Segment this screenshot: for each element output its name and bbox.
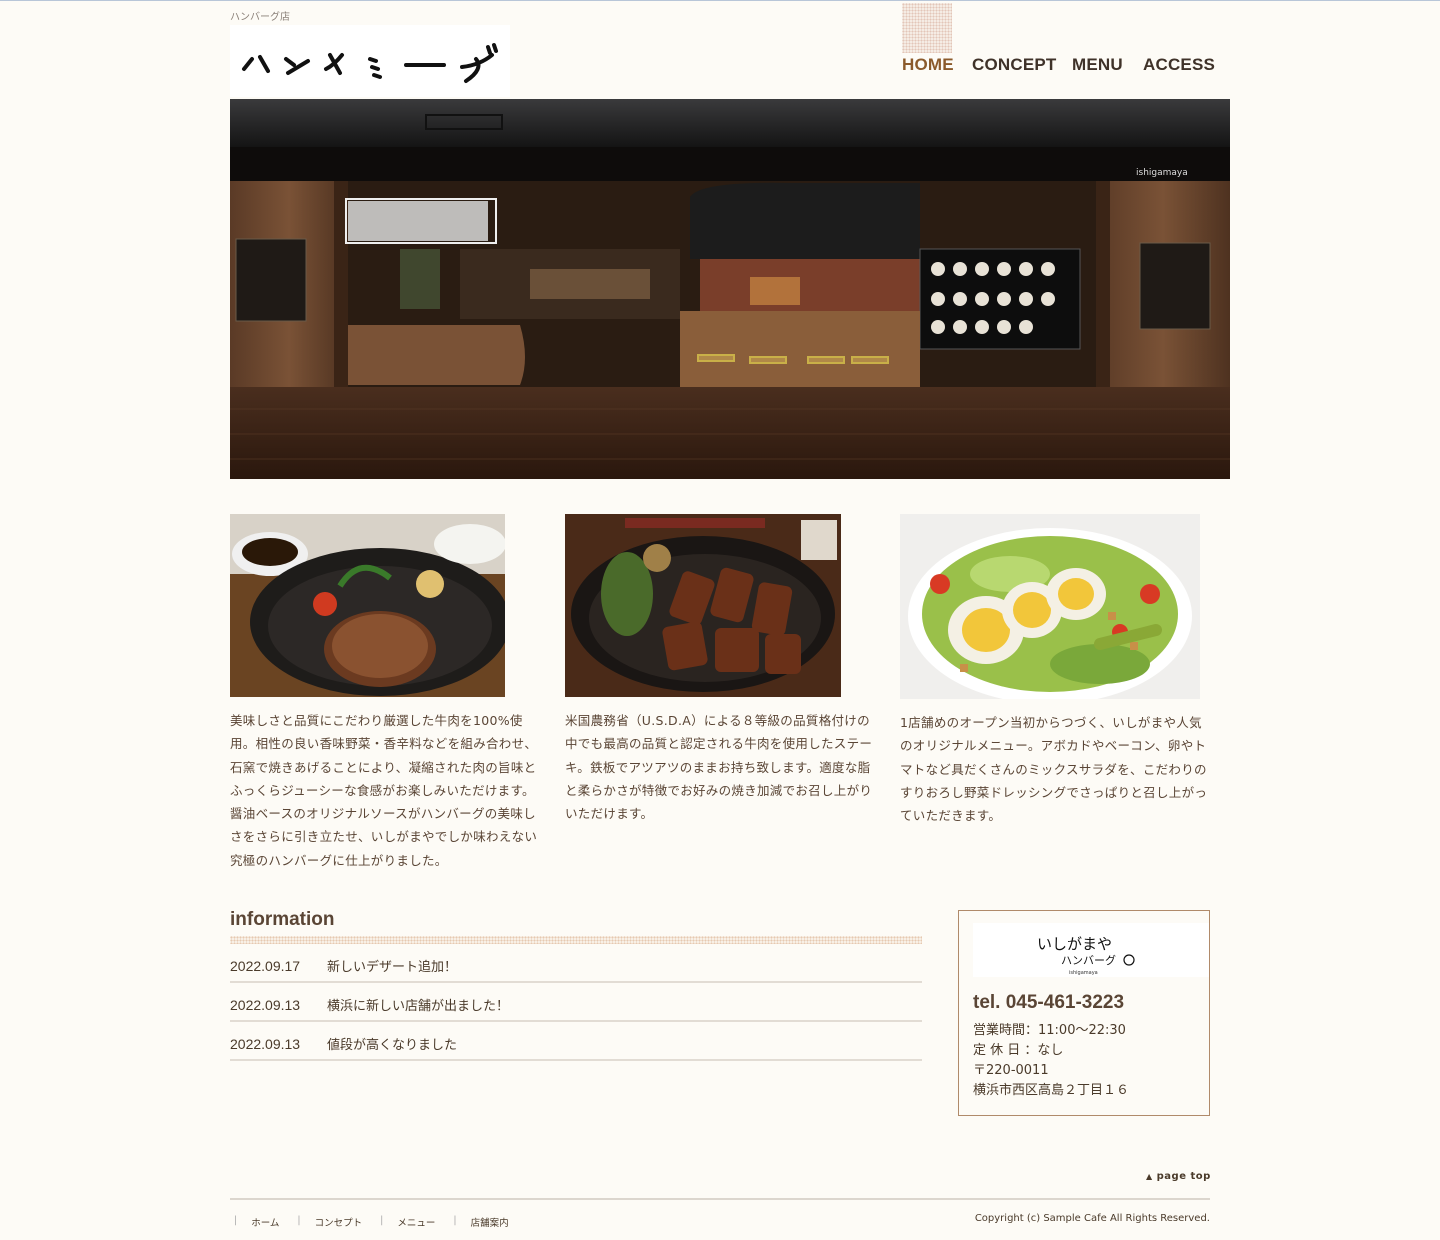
shop-hours: 営業時間：11:00〜22:30: [973, 1023, 1126, 1038]
footer-separator: |: [297, 1215, 301, 1226]
news-item[interactable]: 2022.09.17 新しいデザート追加！: [230, 944, 922, 983]
shop-logo-small: ishigamaya: [1069, 970, 1098, 976]
news-item[interactable]: 2022.09.13 横浜に新しい店舗が出ました！: [230, 983, 922, 1022]
information-title: information: [230, 909, 335, 930]
triangle-up-icon: ▲: [1146, 1172, 1153, 1181]
steak-description: 米国農務省（U.S.D.A）による８等級の品質格付けの中でも最高の品質と認定され…: [565, 713, 873, 822]
shop-address: 横浜市西区高島２丁目１６: [973, 1083, 1130, 1098]
hamburg-steak-photo: [230, 514, 505, 697]
news-date: 2022.09.13: [230, 1035, 301, 1052]
shop-holiday: 定 休 日 ：なし: [973, 1043, 1064, 1058]
salad-description: 1店舗めのオープン当初からつづく、いしがまや人気のオリジナルメニュー。アボカドや…: [900, 715, 1208, 824]
page-top-label: page top: [1156, 1171, 1211, 1182]
beef-steak-photo: [565, 514, 841, 697]
shop-logo-line1: いしがまや: [1037, 935, 1112, 953]
nav-access[interactable]: ACCESS: [1143, 55, 1215, 75]
news-date: 2022.09.17: [230, 957, 301, 974]
hamburg-description: 美味しさと品質にこだわり厳選した牛肉を100%使用。相性の良い香味野菜・香辛料な…: [230, 713, 538, 868]
footer-divider: [230, 1198, 1210, 1200]
menu-column-hamburg: 美味しさと品質にこだわり厳選した牛肉を100%使用。相性の良い香味野菜・香辛料な…: [230, 514, 540, 872]
shop-phone[interactable]: tel. 045-461-3223: [973, 992, 1124, 1014]
news-text[interactable]: 新しいデザート追加！: [327, 956, 457, 975]
shop-logo: いしがまや ハンバーグ ishigamaya: [973, 923, 1209, 977]
site-tagline: ハンバーグ店: [230, 12, 290, 23]
hero-sign-text: ishigamaya: [1136, 168, 1188, 178]
page-top-link[interactable]: ▲ page top: [1146, 1171, 1211, 1182]
nav-active-indicator: [902, 3, 952, 53]
site-logo[interactable]: [230, 25, 510, 97]
nav-home[interactable]: HOME: [902, 55, 954, 75]
footer-nav: | ホーム | コンセプト | メニュー | 店舗案内: [230, 1215, 523, 1229]
copyright: Copyright (c) Sample Cafe All Rights Res…: [974, 1213, 1210, 1224]
salad-photo: [900, 514, 1200, 699]
information-title-bar: [230, 936, 922, 944]
footer-separator: |: [234, 1215, 238, 1226]
menu-column-steak: 米国農務省（U.S.D.A）による８等級の品質格付けの中でも最高の品質と認定され…: [565, 514, 877, 825]
footer-link-home[interactable]: ホーム: [251, 1215, 279, 1229]
shop-postal: 〒220-0011: [973, 1063, 1049, 1078]
footer-link-shop[interactable]: 店舗案内: [471, 1215, 509, 1229]
shop-details: 営業時間：11:00〜22:30 定 休 日 ：なし 〒220-0011 横浜市…: [973, 1021, 1129, 1101]
nav-concept[interactable]: CONCEPT: [972, 55, 1057, 75]
nav-menu[interactable]: MENU: [1072, 55, 1123, 75]
footer-link-concept[interactable]: コンセプト: [315, 1215, 363, 1229]
shop-logo-line2: ハンバーグ: [1061, 953, 1116, 967]
footer-link-menu[interactable]: メニュー: [397, 1215, 435, 1229]
hero-restaurant-photo: ishigamaya: [230, 99, 1230, 479]
main-nav: HOME CONCEPT MENU ACCESS: [902, 1, 1230, 99]
news-item[interactable]: 2022.09.13 値段が高くなりました: [230, 1022, 922, 1061]
menu-column-salad: 1店舗めのオープン当初からつづく、いしがまや人気のオリジナルメニュー。アボカドや…: [900, 514, 1212, 827]
footer-separator: |: [453, 1215, 457, 1226]
news-text[interactable]: 値段が高くなりました: [327, 1034, 457, 1053]
news-date: 2022.09.13: [230, 996, 301, 1013]
information-section: information 2022.09.17 新しいデザート追加！ 2022.0…: [230, 909, 922, 1061]
shop-info-box: いしがまや ハンバーグ ishigamaya tel. 045-461-3223…: [958, 910, 1210, 1116]
footer-separator: |: [380, 1215, 384, 1226]
news-text[interactable]: 横浜に新しい店舗が出ました！: [327, 995, 509, 1014]
